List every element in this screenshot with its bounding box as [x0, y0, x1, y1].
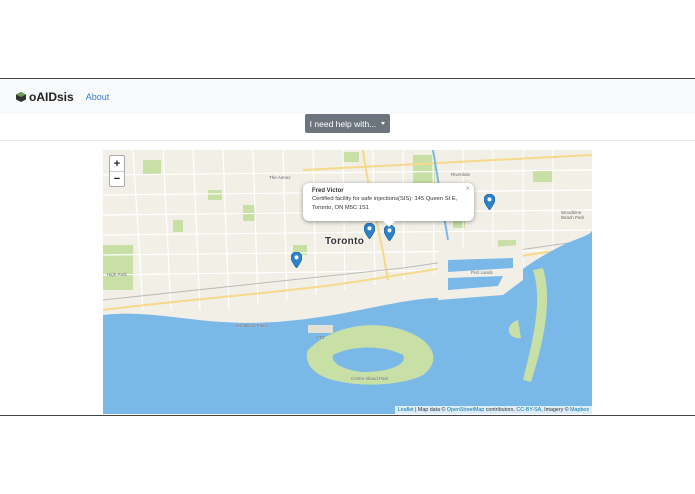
attrib-text-1: | Map data © — [413, 407, 447, 413]
label-riverdale: Riverdale — [451, 172, 471, 177]
label-the-annex: The Annex — [269, 175, 291, 180]
help-dropdown-label: I need help with... — [309, 118, 377, 129]
map-attribution: Leaflet | Map data © OpenStreetMap contr… — [394, 406, 592, 414]
zoom-control: + − — [109, 155, 125, 187]
label-port-lands: Port Lands — [471, 270, 493, 275]
map-marker-pin[interactable] — [384, 225, 395, 241]
mapbox-link[interactable]: Mapbox — [570, 407, 589, 413]
label-woodbine: Woodbine Beach Park — [561, 210, 585, 220]
leaflet-link[interactable]: Leaflet — [398, 407, 414, 413]
license-link[interactable]: CC-BY-SA — [516, 407, 541, 413]
label-exhibition-place: Exhibition Place — [236, 323, 269, 328]
osm-link[interactable]: OpenStreetMap — [447, 407, 484, 413]
brand[interactable]: oAIDsis — [16, 90, 74, 104]
toolbar: I need help with... — [0, 114, 695, 141]
brand-name: oAIDsis — [29, 89, 74, 104]
caret-down-icon — [381, 122, 386, 125]
app-frame: oAIDsis About I need help with... The An… — [0, 78, 695, 416]
attrib-text-3: , Imagery © — [541, 407, 571, 413]
help-dropdown-button[interactable]: I need help with... — [305, 114, 390, 133]
about-link[interactable]: About — [86, 92, 110, 102]
map-marker-pin[interactable] — [291, 252, 302, 268]
city-label: Toronto — [325, 236, 365, 247]
map-marker-pin[interactable] — [364, 223, 375, 239]
navbar: oAIDsis About — [0, 79, 695, 114]
zoom-out-button[interactable]: − — [110, 171, 124, 186]
map-marker-pin[interactable] — [484, 194, 495, 210]
label-ytz: YTZ — [316, 335, 325, 340]
label-high-park: High Park — [107, 272, 127, 277]
marker-popup: × Fred Victor Certified facility for saf… — [303, 183, 474, 227]
logo-icon — [16, 91, 26, 102]
label-centre-island: Centre Island Park — [351, 376, 389, 381]
popup-title: Fred Victor — [312, 188, 344, 194]
map-container[interactable]: The Annex Riverdale High Park Exhibition… — [103, 150, 592, 414]
popup-body: Certified facility for safe injections(S… — [312, 196, 458, 211]
popup-close-button[interactable]: × — [465, 184, 470, 193]
attrib-text-2: contributors, — [484, 407, 517, 413]
zoom-in-button[interactable]: + — [110, 156, 124, 171]
